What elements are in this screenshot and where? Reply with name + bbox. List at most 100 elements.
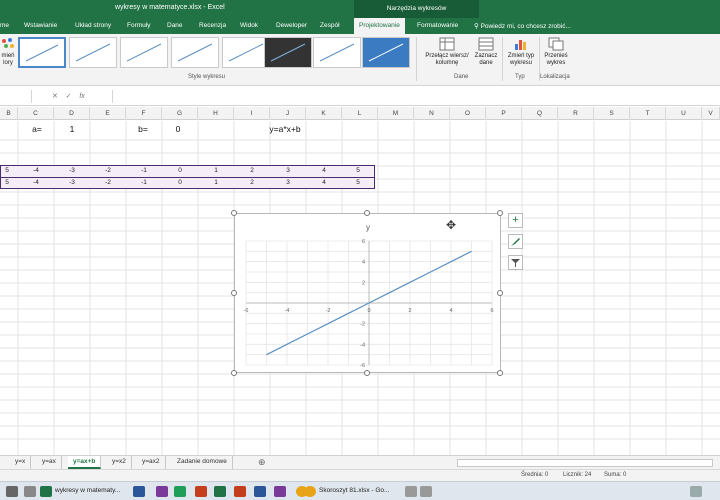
word-icon[interactable] bbox=[254, 486, 266, 497]
tab-view[interactable]: Widok bbox=[240, 18, 258, 34]
resize-handle[interactable] bbox=[497, 370, 503, 376]
y-cell[interactable]: 5 bbox=[342, 178, 374, 189]
chart-style-2[interactable] bbox=[69, 37, 117, 68]
resize-handle[interactable] bbox=[231, 370, 237, 376]
y-cell[interactable]: 0 bbox=[162, 178, 198, 189]
column-header[interactable]: K bbox=[306, 107, 342, 120]
cell-b-label[interactable]: b= bbox=[134, 124, 152, 137]
y-cell[interactable]: 5 bbox=[0, 178, 14, 189]
column-header[interactable]: R bbox=[558, 107, 594, 120]
tab-team[interactable]: Zespół bbox=[320, 18, 340, 34]
column-header[interactable]: Q bbox=[522, 107, 558, 120]
sheet-tab[interactable]: Zadanie domowe bbox=[172, 456, 233, 469]
column-header[interactable]: H bbox=[198, 107, 234, 120]
resize-handle[interactable] bbox=[231, 210, 237, 216]
column-header[interactable]: G bbox=[162, 107, 198, 120]
chart-style-3[interactable] bbox=[120, 37, 168, 68]
y-cell[interactable]: 2 bbox=[234, 178, 270, 189]
chart-style-6[interactable] bbox=[264, 37, 312, 68]
resize-handle[interactable] bbox=[497, 210, 503, 216]
column-header[interactable]: B bbox=[0, 107, 18, 120]
xbox-icon[interactable] bbox=[174, 486, 186, 497]
chart-elements-button[interactable]: + bbox=[508, 213, 523, 228]
name-box[interactable] bbox=[0, 90, 32, 103]
column-header[interactable]: I bbox=[234, 107, 270, 120]
sheet-tab[interactable]: y=x bbox=[10, 456, 32, 469]
tab-data[interactable]: Dane bbox=[167, 18, 183, 34]
resize-handle[interactable] bbox=[364, 210, 370, 216]
column-header[interactable]: T bbox=[630, 107, 666, 120]
horizontal-scrollbar[interactable] bbox=[457, 459, 713, 467]
x-cell[interactable]: 1 bbox=[198, 166, 234, 177]
x-cell[interactable]: -1 bbox=[126, 166, 162, 177]
tab-format[interactable]: Formatowanie bbox=[417, 18, 458, 34]
x-cell[interactable]: -2 bbox=[90, 166, 126, 177]
resize-handle[interactable] bbox=[231, 290, 237, 296]
change-colors-button[interactable]: mień lory bbox=[0, 37, 16, 67]
column-header[interactable]: F bbox=[126, 107, 162, 120]
tell-me-search[interactable]: ⚲ Powiedz mi, co chcesz zrobić... bbox=[474, 22, 571, 30]
y-cell[interactable]: -4 bbox=[18, 178, 54, 189]
column-header[interactable]: M bbox=[378, 107, 414, 120]
column-header[interactable]: P bbox=[486, 107, 522, 120]
y-cell[interactable]: -3 bbox=[54, 178, 90, 189]
sheet-tab[interactable]: y=ax2 bbox=[137, 456, 166, 469]
sheet-tab[interactable]: y=ax bbox=[37, 456, 62, 469]
column-header[interactable]: L bbox=[342, 107, 378, 120]
chart-style-4[interactable] bbox=[171, 37, 219, 68]
x-cell[interactable]: -3 bbox=[54, 166, 90, 177]
cell-formula[interactable]: y=a*x+b bbox=[262, 124, 308, 137]
tab-design[interactable]: Projektowanie bbox=[354, 18, 405, 34]
chart-style-5[interactable] bbox=[222, 37, 270, 68]
cancel-icon[interactable]: ✕ bbox=[52, 93, 58, 100]
tab-formulas[interactable]: Formuły bbox=[127, 18, 150, 34]
select-data-button[interactable]: Zaznacz dane bbox=[472, 37, 500, 67]
x-cell[interactable]: 2 bbox=[234, 166, 270, 177]
chart-style-1[interactable] bbox=[18, 37, 66, 68]
tab-page-layout[interactable]: Układ strony bbox=[75, 18, 111, 34]
tab-review[interactable]: Recenzja bbox=[199, 18, 226, 34]
app-icon[interactable] bbox=[405, 486, 417, 497]
pdf-icon[interactable] bbox=[234, 486, 246, 497]
column-header[interactable]: N bbox=[414, 107, 450, 120]
onenote-icon[interactable] bbox=[156, 486, 168, 497]
enter-icon[interactable]: ✓ bbox=[66, 93, 72, 100]
tab-developer[interactable]: Deweloper bbox=[276, 18, 307, 34]
y-cell[interactable]: 1 bbox=[198, 178, 234, 189]
resize-handle[interactable] bbox=[497, 290, 503, 296]
column-header[interactable]: C bbox=[18, 107, 54, 120]
switch-row-column-button[interactable]: Przełącz wiersz/ kolumnę bbox=[422, 37, 472, 67]
chart-style-8[interactable] bbox=[362, 37, 410, 68]
cell-b-value[interactable]: 0 bbox=[170, 124, 186, 137]
tab-home[interactable]: me bbox=[0, 18, 9, 34]
taskbar-app-sheets[interactable]: Skoroszyt 81.xlsx - Go... bbox=[302, 484, 392, 499]
start-icon[interactable] bbox=[6, 486, 18, 497]
column-header[interactable]: J bbox=[270, 107, 306, 120]
column-header[interactable]: D bbox=[54, 107, 90, 120]
chart-styles-button[interactable] bbox=[508, 234, 523, 249]
cell-a-value[interactable]: 1 bbox=[64, 124, 80, 137]
column-header[interactable]: U bbox=[666, 107, 702, 120]
column-header[interactable]: S bbox=[594, 107, 630, 120]
column-header[interactable]: E bbox=[90, 107, 126, 120]
change-chart-type-button[interactable]: Zmień typ wykresu bbox=[505, 37, 537, 67]
fx-icon[interactable]: fx bbox=[79, 93, 84, 100]
x-cell[interactable]: 5 bbox=[0, 166, 14, 177]
cell-a-label[interactable]: a= bbox=[28, 124, 46, 137]
app-icon[interactable] bbox=[274, 486, 286, 497]
sheet-tab-active[interactable]: y=ax+b bbox=[68, 456, 102, 469]
x-cell[interactable]: 4 bbox=[306, 166, 342, 177]
chart-style-7[interactable] bbox=[313, 37, 361, 68]
x-cell[interactable]: 5 bbox=[342, 166, 374, 177]
y-cell[interactable]: 4 bbox=[306, 178, 342, 189]
x-cell[interactable]: 0 bbox=[162, 166, 198, 177]
chart[interactable]: y -6 -4 -2 0 2 4 6 6 4 2 -2 -4 -6 bbox=[234, 213, 501, 373]
x-cell[interactable]: 3 bbox=[270, 166, 306, 177]
tab-insert[interactable]: Wstawianie bbox=[24, 18, 57, 34]
task-view-icon[interactable] bbox=[24, 486, 36, 497]
y-cell[interactable]: 3 bbox=[270, 178, 306, 189]
sheet-tab[interactable]: y=x2 bbox=[107, 456, 132, 469]
resize-handle[interactable] bbox=[364, 370, 370, 376]
app-icon[interactable] bbox=[420, 486, 432, 497]
column-header[interactable]: O bbox=[450, 107, 486, 120]
